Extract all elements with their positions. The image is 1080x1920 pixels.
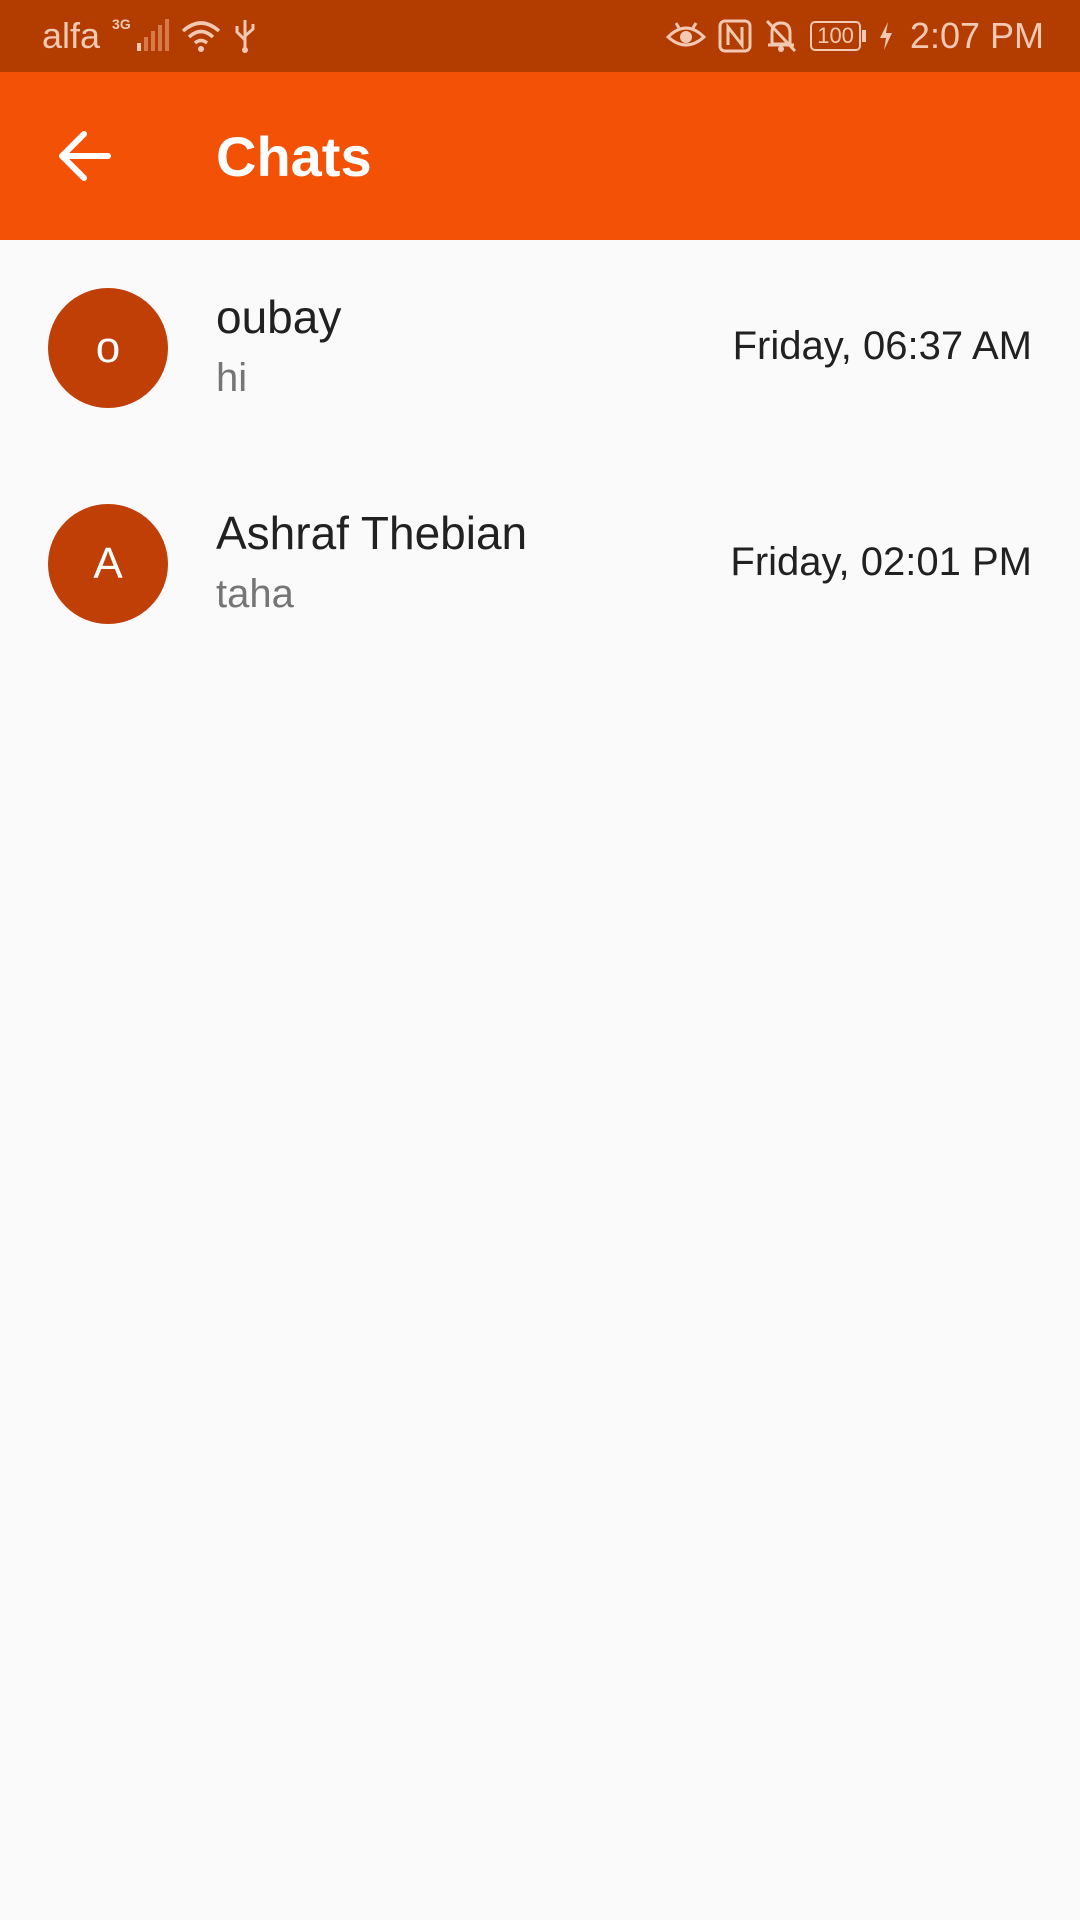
battery-level: 100 [810,21,861,51]
usb-icon [235,20,255,53]
page-title: Chats [216,124,372,188]
eye-comfort-icon [666,22,707,47]
chat-preview: taha [216,572,294,616]
app-bar: Chats [0,72,1080,240]
avatar[interactable]: A [48,504,168,624]
status-right: 100 2:07 PM [666,15,1044,57]
chat-name: oubay [216,291,342,343]
network-type-label: 3G [112,16,131,32]
back-button[interactable] [48,120,120,192]
chat-item-ashraf-thebian[interactable]: A Ashraf Thebian taha Friday, 02:01 PM [0,456,1080,672]
carrier-label: alfa [42,15,101,56]
nfc-icon [718,19,752,53]
charging-icon [879,22,892,50]
chat-item-oubay[interactable]: o oubay hi Friday, 06:37 AM [0,240,1080,456]
chat-preview: hi [216,356,248,400]
arrow-left-icon [59,131,111,181]
wifi-icon [181,21,220,52]
status-time: 2:07 PM [909,15,1044,56]
notifications-off-icon [766,19,797,53]
battery-icon: 100 [810,21,866,51]
signal-icon [136,19,169,51]
chat-list: o oubay hi Friday, 06:37 AM A Ashraf The… [0,240,1080,672]
chat-name: Ashraf Thebian [216,507,528,559]
status-bar: alfa 3G 100 2:07 PM [0,0,1080,72]
status-left: alfa 3G [42,15,257,57]
chat-time: Friday, 06:37 AM [732,324,1032,368]
chat-time: Friday, 02:01 PM [730,540,1032,584]
avatar[interactable]: o [48,288,168,408]
